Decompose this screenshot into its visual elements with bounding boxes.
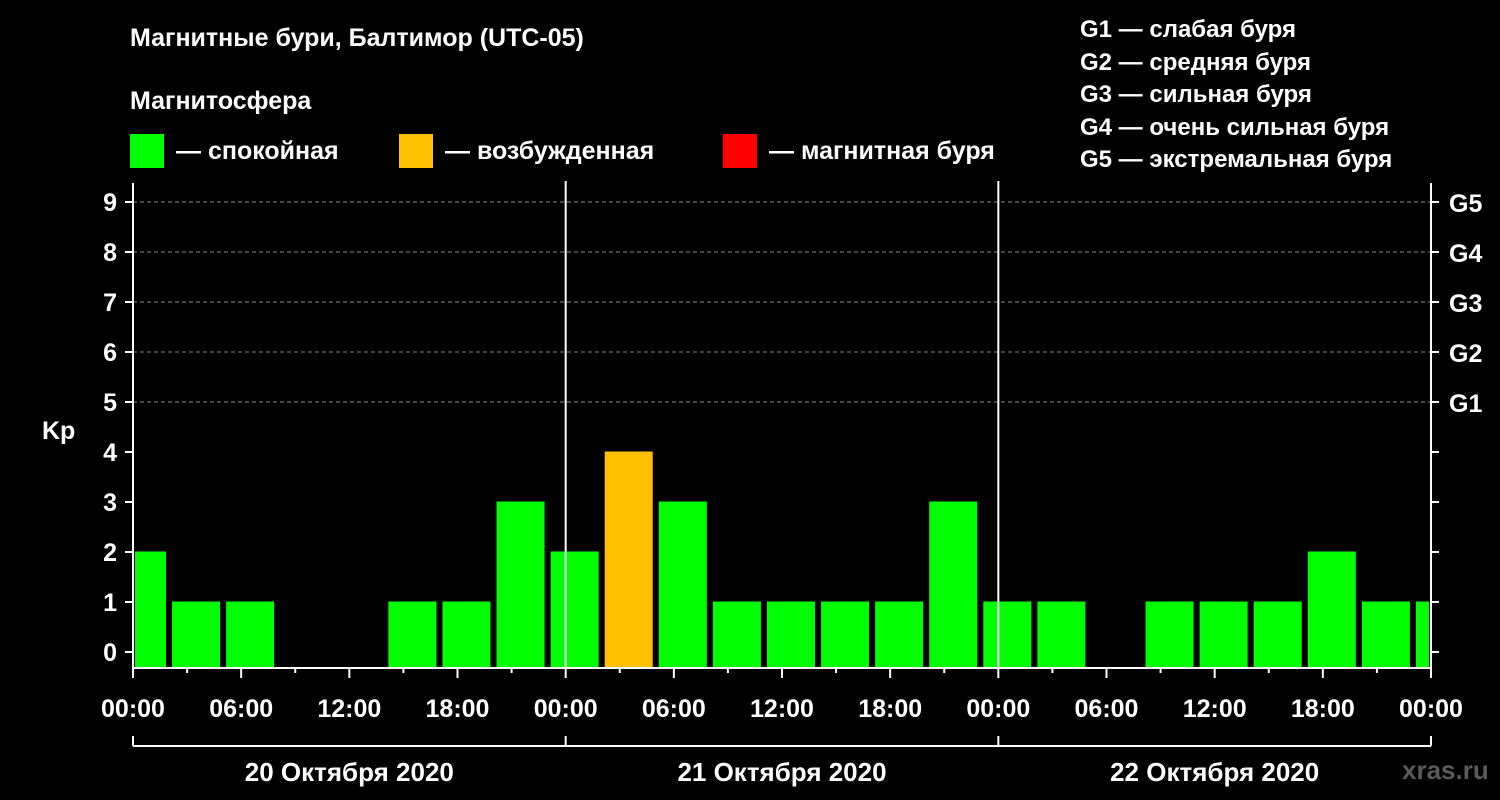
y-tick-label: 3 (103, 489, 117, 517)
x-tick-label: 18:00 (1291, 695, 1355, 723)
day-label: 20 Октября 2020 (245, 757, 454, 787)
storm-level-label: G2 (1449, 340, 1482, 368)
x-tick-label: 00:00 (534, 695, 598, 723)
x-tick-label: 00:00 (966, 695, 1030, 723)
x-tick-label: 00:00 (1399, 695, 1463, 723)
y-tick-label: 1 (103, 589, 117, 617)
storm-level-label: G1 (1449, 390, 1482, 418)
kp-bar (442, 601, 491, 668)
kp-bar (929, 501, 978, 668)
kp-bar (1199, 601, 1248, 668)
y-tick-label: 6 (103, 339, 117, 367)
kp-bar (604, 451, 653, 668)
kp-bar (1361, 601, 1410, 668)
kp-bar (226, 601, 275, 668)
y-tick-label: 7 (103, 289, 117, 317)
kp-bar (821, 601, 870, 668)
watermark: xras.ru (1402, 755, 1489, 785)
kp-bar (1037, 601, 1086, 668)
kp-bar (1253, 601, 1302, 668)
y-tick-label: 8 (103, 239, 117, 267)
x-tick-label: 12:00 (1183, 695, 1247, 723)
kp-bar (658, 501, 707, 668)
storm-level-label: G3 (1449, 290, 1482, 318)
y-tick-label: 4 (103, 439, 117, 467)
kp-bar (388, 601, 437, 668)
kp-bar (875, 601, 924, 668)
kp-bar (983, 601, 1032, 668)
storm-level-label: G4 (1449, 240, 1482, 268)
kp-bar (550, 551, 599, 668)
kp-chart: 0 1 2 3 4 5 6 7 8 9 G1 G2 G3 G4 G5 Kp 00:00 06:00 12:00 18:… (42, 181, 1482, 787)
storm-level-label: G5 (1449, 190, 1482, 218)
x-tick-label: 18:00 (426, 695, 490, 723)
y-tick-label: 5 (103, 389, 117, 417)
y-tick-label: 2 (103, 539, 117, 567)
kp-bar (135, 551, 166, 668)
x-tick-label: 06:00 (209, 695, 273, 723)
x-tick-label: 18:00 (858, 695, 922, 723)
kp-bar (1415, 601, 1429, 668)
day-label: 22 Октября 2020 (1110, 757, 1319, 787)
y-tick-label: 0 (103, 639, 117, 667)
kp-bar (172, 601, 221, 668)
x-tick-label: 06:00 (1075, 695, 1139, 723)
y-tick-label: 9 (103, 189, 117, 217)
kp-bar (766, 601, 815, 668)
kp-bar (712, 601, 761, 668)
y-axis-title: Kp (42, 417, 75, 445)
kp-bar (1307, 551, 1356, 668)
day-label: 21 Октября 2020 (677, 757, 886, 787)
x-tick-label: 12:00 (317, 695, 381, 723)
x-tick-label: 12:00 (750, 695, 814, 723)
kp-bar (1145, 601, 1194, 668)
x-tick-label: 06:00 (642, 695, 706, 723)
x-tick-label: 00:00 (101, 695, 165, 723)
kp-bar (496, 501, 545, 668)
